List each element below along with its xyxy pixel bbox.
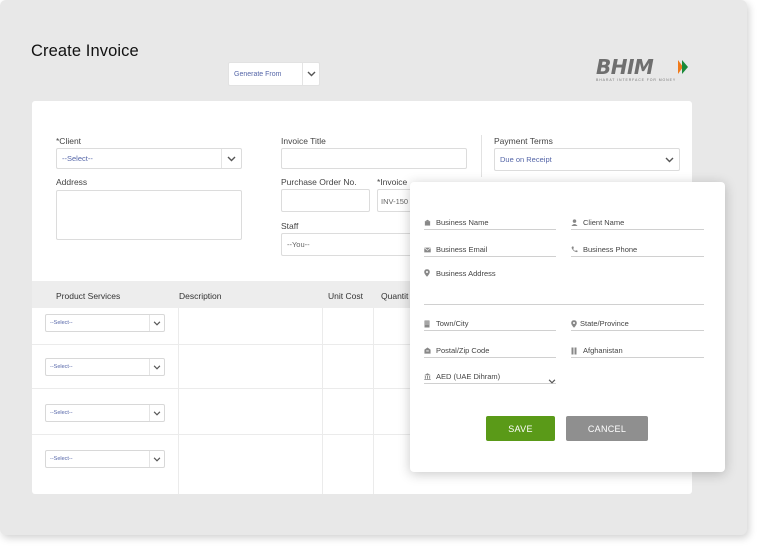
- country-field[interactable]: Afghanistan: [571, 344, 704, 358]
- page-title: Create Invoice: [31, 42, 139, 60]
- business-address-placeholder: Business Address: [436, 269, 496, 278]
- user-icon: [571, 219, 583, 226]
- business-phone-placeholder: Business Phone: [583, 245, 638, 254]
- postal-icon: [424, 347, 436, 354]
- business-name-field[interactable]: Business Name: [424, 216, 556, 230]
- location-pin-icon: [571, 319, 580, 328]
- client-name-field[interactable]: Client Name: [571, 216, 704, 230]
- chevron-down-icon: [302, 63, 319, 85]
- table-row-product-select[interactable]: --Select--: [45, 314, 165, 332]
- business-email-placeholder: Business Email: [436, 245, 488, 254]
- location-pin-icon: [424, 269, 436, 277]
- address-textarea[interactable]: [56, 190, 242, 240]
- currency-value: AED (UAE Dihram): [436, 372, 501, 381]
- chevron-down-icon: [221, 149, 241, 168]
- table-row-product-select[interactable]: --Select--: [45, 404, 165, 422]
- invoice-title-label: Invoice Title: [281, 136, 326, 146]
- state-province-placeholder: State/Province: [580, 319, 629, 328]
- table-column-line: [322, 308, 323, 494]
- invoice-number-label: *Invoice: [377, 177, 408, 187]
- table-row-product-select[interactable]: --Select--: [45, 450, 165, 468]
- chevron-down-icon: [548, 371, 556, 389]
- generate-from-select[interactable]: Generate From: [228, 62, 320, 86]
- bank-icon: [424, 373, 436, 380]
- email-icon: [424, 247, 436, 253]
- staff-label: Staff: [281, 221, 299, 231]
- client-select[interactable]: --Select--: [56, 148, 242, 169]
- flag-icon: [571, 347, 583, 355]
- state-province-field[interactable]: State/Province: [571, 317, 704, 331]
- table-row-divider: [32, 344, 410, 345]
- business-email-field[interactable]: Business Email: [424, 243, 556, 257]
- chevron-down-icon: [149, 405, 164, 421]
- product-select-value: --Select--: [50, 456, 73, 462]
- table-row-divider: [32, 434, 410, 435]
- product-select-value: --Select--: [50, 320, 73, 326]
- table-row-divider: [32, 388, 410, 389]
- table-row-product-select[interactable]: --Select--: [45, 358, 165, 376]
- logo-tagline: BHARAT INTERFACE FOR MONEY: [596, 78, 677, 82]
- app-window: Create Invoice Generate From BHIM BHARAT…: [0, 0, 747, 535]
- address-label: Address: [56, 177, 88, 187]
- header-product-services: Product Services: [56, 291, 121, 301]
- payment-terms-value: Due on Receipt: [500, 155, 552, 164]
- phone-icon: [571, 246, 583, 253]
- table-column-line: [178, 308, 179, 494]
- payment-terms-select[interactable]: Due on Receipt: [494, 148, 680, 171]
- bhim-logo: BHIM BHARAT INTERFACE FOR MONEY: [596, 57, 692, 85]
- city-icon: [424, 320, 436, 328]
- header-description: Description: [179, 291, 222, 301]
- client-name-placeholder: Client Name: [583, 218, 625, 227]
- building-icon: [424, 219, 436, 226]
- country-value: Afghanistan: [583, 346, 623, 355]
- column-divider: [481, 135, 482, 177]
- table-column-line: [373, 308, 374, 494]
- business-address-field[interactable]: Business Address: [424, 267, 704, 305]
- product-select-value: --Select--: [50, 410, 73, 416]
- header-unit-cost: Unit Cost: [328, 291, 363, 301]
- business-name-placeholder: Business Name: [436, 218, 489, 227]
- client-label: *Client: [56, 136, 82, 146]
- header-quantity: Quantit: [381, 291, 409, 301]
- cancel-button[interactable]: CANCEL: [566, 416, 648, 441]
- logo-flag-icon: [678, 60, 688, 74]
- currency-select[interactable]: AED (UAE Dihram): [424, 370, 556, 384]
- business-phone-field[interactable]: Business Phone: [571, 243, 704, 257]
- generate-from-value: Generate From: [234, 70, 282, 78]
- invoice-title-input[interactable]: [281, 148, 467, 169]
- chevron-down-icon: [149, 451, 164, 467]
- client-select-value: --Select--: [62, 154, 93, 163]
- town-city-field[interactable]: Town/City: [424, 317, 556, 331]
- town-city-placeholder: Town/City: [436, 319, 469, 328]
- postal-code-field[interactable]: Postal/Zip Code: [424, 344, 556, 358]
- purchase-order-label: Purchase Order No.: [281, 177, 357, 187]
- payment-terms-label: Payment Terms: [494, 136, 553, 146]
- business-details-modal: Business Name Client Name Business Email…: [410, 182, 725, 472]
- product-select-value: --Select--: [50, 364, 73, 370]
- postal-code-placeholder: Postal/Zip Code: [436, 346, 490, 355]
- save-button[interactable]: SAVE: [486, 416, 555, 441]
- purchase-order-input[interactable]: [281, 189, 370, 212]
- chevron-down-icon: [149, 359, 164, 375]
- chevron-down-icon: [149, 315, 164, 331]
- chevron-down-icon: [659, 149, 679, 170]
